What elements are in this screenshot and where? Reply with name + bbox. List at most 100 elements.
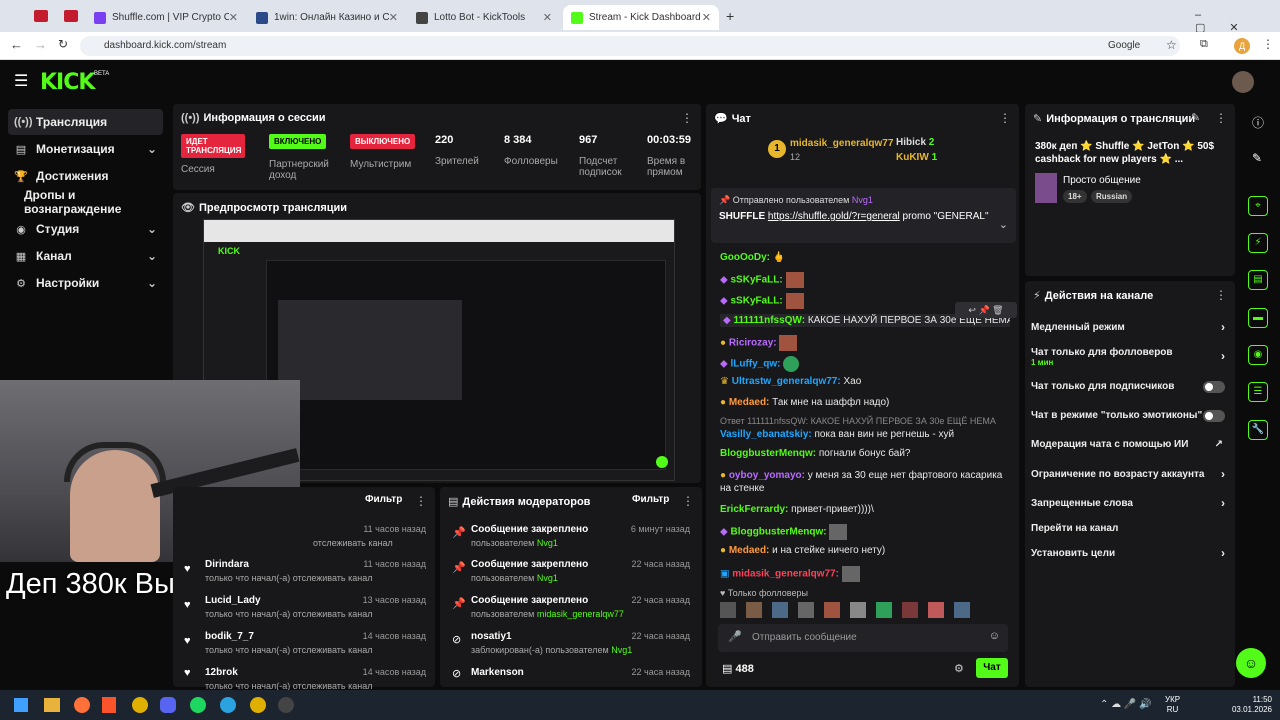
subs-only-toggle[interactable] <box>1203 381 1225 393</box>
focus-icon[interactable]: ⌖ <box>1248 196 1268 216</box>
chat-input[interactable]: 🎤 Отправить сообщение ☺ <box>718 624 1008 652</box>
message-actions[interactable]: ↩ 📌 🗑 <box>955 302 1017 318</box>
more-icon[interactable]: ⋮ <box>415 494 427 508</box>
browser-tab[interactable]: 1win: Онлайн Казино и Ставки на✕ <box>248 5 406 30</box>
url-input[interactable]: dashboard.kick.com/stream <box>80 36 1180 56</box>
close-icon[interactable]: ✕ <box>702 11 711 24</box>
emote[interactable] <box>746 602 762 618</box>
action-followers-only[interactable]: Чат только для фолловеров 1 мин › <box>1031 347 1227 367</box>
emote[interactable] <box>798 602 814 618</box>
reload-icon[interactable]: ↻ <box>58 37 68 51</box>
more-icon[interactable]: ⋮ <box>1215 288 1227 302</box>
action-go-to-channel[interactable]: Перейти на канал <box>1031 523 1227 534</box>
sidebar-item-broadcast[interactable]: ((•)) Трансляция <box>8 109 163 135</box>
emoji-icon[interactable]: ☺ <box>989 630 1000 642</box>
window-controls[interactable]: –▢✕ <box>1195 9 1280 34</box>
pinned-link[interactable]: https://shuffle.gold/?r=general <box>768 211 900 222</box>
user-avatar[interactable] <box>1232 71 1254 93</box>
info-icon[interactable]: ⓘ <box>1252 114 1264 131</box>
new-tab-icon[interactable]: + <box>726 8 734 24</box>
back-icon[interactable]: ← <box>10 37 23 52</box>
chat-settings-icon[interactable]: ⚙ <box>954 662 964 675</box>
mod-filter-button[interactable]: Фильтр <box>632 494 669 505</box>
chevron-down-icon[interactable]: ⌄ <box>999 218 1008 231</box>
close-icon[interactable]: ✕ <box>389 11 398 24</box>
sidebar-item-channel[interactable]: ▦ Канал ⌄ <box>8 243 163 269</box>
emote-only-toggle[interactable] <box>1203 410 1225 422</box>
sidebar-item-studio[interactable]: ◉ Студия ⌄ <box>8 216 163 242</box>
followers-only-notice: ♥ Только фолловеры <box>720 588 808 598</box>
clipboard-icon[interactable]: ▤ <box>1248 270 1268 290</box>
kick-logo[interactable]: KICK <box>40 70 95 95</box>
chrome-icon-2[interactable] <box>250 697 266 713</box>
hamburger-icon[interactable]: ☰ <box>14 71 28 91</box>
emote[interactable] <box>928 602 944 618</box>
pencil-icon[interactable]: ✎ <box>1252 151 1262 165</box>
action-ai-moderation[interactable]: Модерация чата с помощью ИИ ↗ <box>1031 439 1227 450</box>
more-icon[interactable]: ⋮ <box>681 111 693 125</box>
profile-avatar[interactable]: Д <box>1234 38 1250 54</box>
close-icon[interactable]: ✕ <box>543 11 552 24</box>
lightning-icon[interactable]: ⚡ <box>1248 233 1268 253</box>
extensions-icon[interactable]: ⧉ <box>1200 38 1208 51</box>
obs-icon[interactable] <box>278 697 294 713</box>
clock[interactable]: 11:50 03.01.2026 <box>1228 695 1272 715</box>
chat-send-button[interactable]: Чат <box>976 658 1008 678</box>
action-emote-only[interactable]: Чат в режиме "только эмотиконы" <box>1031 410 1227 422</box>
more-icon[interactable]: ⋮ <box>682 494 694 508</box>
firefox-icon[interactable] <box>74 697 90 713</box>
broadcast-icon[interactable]: ◉ <box>1248 345 1268 365</box>
emote[interactable] <box>720 602 736 618</box>
pinned-message[interactable]: 📌 Отправлено пользователем Nvg1 SHUFFLE … <box>711 188 1016 243</box>
emote[interactable] <box>876 602 892 618</box>
browser-tab[interactable]: Shuffle.com | VIP Crypto Casino✕ <box>86 5 246 30</box>
browser-tab[interactable]: Lotto Bot - KickTools ✕ <box>408 5 560 30</box>
help-chat-icon[interactable]: ☺ <box>1236 648 1266 678</box>
sidebar-item-settings[interactable]: ⚙ Настройки ⌄ <box>8 270 163 296</box>
mod-panel-icon[interactable]: ☰ <box>1248 382 1268 402</box>
record-icon-2[interactable] <box>64 10 78 22</box>
emote[interactable] <box>850 602 866 618</box>
browser-menu-icon[interactable]: ⋮ <box>1262 37 1274 51</box>
action-slow-mode[interactable]: Медленный режим › <box>1031 320 1227 334</box>
category-name[interactable]: Просто общение <box>1063 175 1141 186</box>
language-indicator[interactable]: УКР RU <box>1165 695 1180 715</box>
forward-icon[interactable]: → <box>34 37 47 52</box>
wrench-icon[interactable]: 🔧 <box>1248 420 1268 440</box>
bookmark-star-icon[interactable]: ☆ <box>1166 38 1177 52</box>
google-search-label[interactable]: Google <box>1108 40 1140 51</box>
emote[interactable] <box>824 602 840 618</box>
edit-icon[interactable]: ✎ <box>1191 111 1200 124</box>
points-display[interactable]: ▤ 488 <box>722 662 754 675</box>
more-icon[interactable]: ⋮ <box>999 111 1011 125</box>
tray-icons[interactable]: ⌃ ☁ 🎤 🔊 <box>1100 699 1152 710</box>
pin-icon: 📌 <box>452 527 466 539</box>
chat-bubble-icon[interactable]: ▬ <box>1248 308 1268 328</box>
emote[interactable] <box>902 602 918 618</box>
chrome-icon[interactable] <box>132 697 148 713</box>
explorer-icon[interactable] <box>44 698 60 712</box>
gold-rank-badge: 1 <box>768 140 786 158</box>
windows-start-icon[interactable] <box>14 698 28 712</box>
action-age-restriction[interactable]: Ограничение по возрасту аккаунта › <box>1031 467 1227 481</box>
record-icon[interactable] <box>34 10 48 22</box>
sidebar-item-drops[interactable]: Дропы и вознаграждение <box>8 188 163 216</box>
gifter-3[interactable]: KuKIW 1 <box>896 152 937 163</box>
action-banned-words[interactable]: Запрещенные слова › <box>1031 496 1227 510</box>
emote-bar[interactable] <box>720 602 1010 618</box>
sidebar-item-monetization[interactable]: ▤ Монетизация ⌄ <box>8 136 163 162</box>
emote[interactable] <box>954 602 970 618</box>
brave-icon[interactable] <box>102 697 116 713</box>
more-icon[interactable]: ⋮ <box>1215 111 1227 125</box>
emote[interactable] <box>772 602 788 618</box>
action-set-goals[interactable]: Установить цели › <box>1031 546 1227 560</box>
telegram-icon[interactable] <box>220 697 236 713</box>
action-subs-only[interactable]: Чат только для подписчиков <box>1031 381 1227 393</box>
feed-filter-button[interactable]: Фильтр <box>365 494 402 505</box>
sidebar-item-achievements[interactable]: 🏆 Достижения <box>8 163 163 189</box>
spotify-icon[interactable] <box>190 697 206 713</box>
close-icon[interactable]: ✕ <box>229 11 238 24</box>
discord-icon[interactable] <box>160 697 176 713</box>
gifter-2[interactable]: Hibick 2 <box>896 137 934 148</box>
browser-tab-active[interactable]: Stream - Kick Dashboard ✕ <box>563 5 719 30</box>
